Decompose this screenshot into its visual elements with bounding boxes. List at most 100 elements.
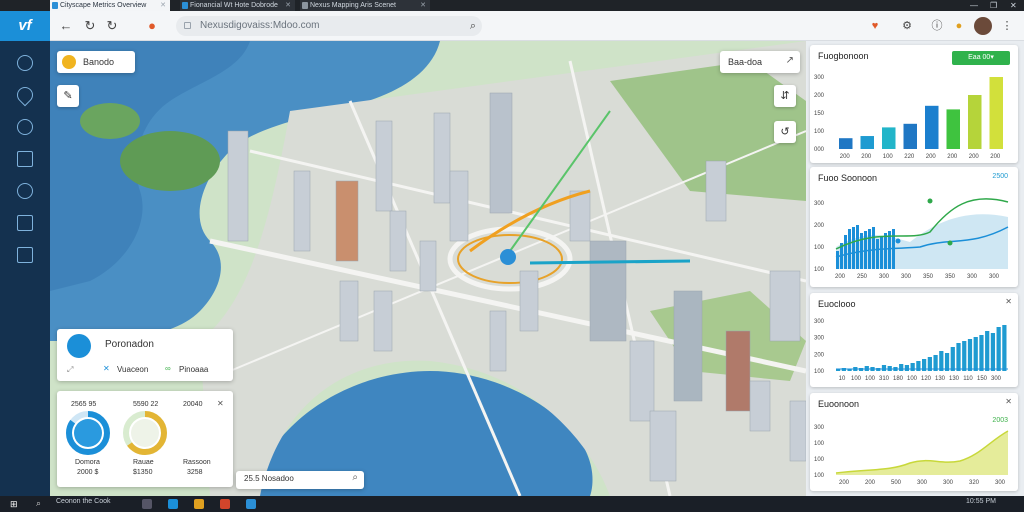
bar [880, 237, 883, 269]
more-menu-icon[interactable]: ⋮ [998, 17, 1016, 35]
legend-value: 2500 [992, 173, 1008, 180]
shield-icon[interactable] [17, 119, 33, 135]
x-tick-label: 200 [835, 274, 846, 280]
browser-toolbar: ← ↻ ↻ ● Nexusdigovaiss:Mdoo.com ⌕ ♥ ⚙ ⓘ … [50, 11, 1024, 41]
globe-icon[interactable] [17, 183, 33, 199]
extension-icon[interactable]: ● [144, 18, 160, 33]
minimize-button[interactable]: — [970, 0, 978, 11]
bottom-status-strip[interactable]: 25.5 Nosadoo ⌕ [236, 471, 364, 489]
bar [967, 339, 973, 371]
stats-card: 2565 95 5590 22 20040 ✕ Domora 2000 $ Ra… [57, 391, 233, 487]
windows-start-icon[interactable]: ⊞ [10, 499, 18, 510]
x-tick-label: 300 [967, 274, 978, 280]
analytics-panel: Fuogbonoon Eaa 00▾ 300 200 150 100 000 200 200… [806, 41, 1024, 496]
active-app-icon[interactable] [246, 499, 256, 509]
app-logo[interactable]: vf [0, 11, 50, 41]
reload-button[interactable]: ↻ [82, 18, 98, 34]
rotate-button[interactable]: ↺ [774, 121, 796, 143]
close-window-button[interactable]: ✕ [1010, 0, 1017, 11]
window-icon[interactable] [17, 151, 33, 167]
bar [881, 365, 887, 371]
bar [856, 225, 859, 269]
x-tick-label: 300 [917, 480, 928, 486]
close-icon[interactable]: ✕ [1005, 397, 1012, 406]
back-button[interactable]: ← [58, 18, 74, 33]
data-point [895, 238, 901, 244]
y-tick-label: 300 [814, 201, 825, 207]
chart-card-3: Euoclooo ✕ 300 300 200 100 10 100 100 310 180 100… [810, 293, 1018, 387]
y-tick-label: 100 [814, 129, 825, 135]
chart-card-1: Fuogbonoon Eaa 00▾ 300 200 150 100 000 200 200… [810, 45, 1018, 163]
tilt-button[interactable]: ⇵ [774, 85, 796, 107]
layer-label-card[interactable]: Banodo [57, 51, 135, 73]
search-icon[interactable]: ⌕ [352, 472, 358, 483]
x-tick-label: 300 [989, 274, 1000, 280]
x-tick-label: 110 [963, 376, 973, 382]
bar [860, 136, 874, 149]
park-island [80, 103, 140, 139]
tab-close-icon[interactable]: ✕ [420, 0, 426, 11]
forward-button[interactable]: ↻ [104, 18, 120, 34]
bar [1002, 325, 1007, 371]
search-icon[interactable]: ⌕ [36, 498, 41, 509]
os-taskbar: ⊞ ⌕ Ceonon the Cook 10:55 PM [0, 496, 1024, 512]
browser-tab-2[interactable]: Fionancial Wt Hote Dobrode ✕ [180, 0, 295, 11]
notification-icon[interactable]: ♥ [866, 17, 884, 35]
tab-close-icon[interactable]: ✕ [285, 0, 291, 11]
avatar[interactable] [974, 17, 992, 35]
maximize-button[interactable]: ❐ [990, 0, 997, 11]
clock[interactable]: 10:55 PM [966, 498, 996, 505]
bar-chart-3: 30030020010010 100 100 310 180 100 120 130 130 11… [814, 319, 1008, 382]
task-view-icon[interactable] [142, 499, 152, 509]
bar [882, 127, 896, 149]
y-tick-label: 200 [814, 352, 825, 358]
calendar-icon[interactable] [17, 215, 33, 231]
link-icon: ∞ [165, 364, 171, 373]
browser-tab-3[interactable]: Nexus Mapping Aris Scenet ✕ [300, 0, 430, 11]
coin-icon [62, 55, 76, 69]
bar [903, 123, 917, 149]
draw-tool-button[interactable]: ✎ [57, 85, 79, 107]
close-icon[interactable]: ✕ [1005, 297, 1012, 306]
bar [852, 227, 855, 269]
period-dropdown-button[interactable]: Eaa 00▾ [952, 51, 1010, 65]
info-icon[interactable]: ⓘ [928, 17, 946, 35]
x-tick-label: 200 [926, 154, 937, 160]
arrow-icon: ↗ [785, 55, 794, 66]
x-tick-label: 100 [865, 376, 876, 382]
edge-icon[interactable] [168, 499, 178, 509]
tab-close-icon[interactable]: ✕ [160, 0, 166, 11]
browser-tab-1[interactable]: Cityscape Metrics Overview ✕ [50, 0, 170, 11]
folder-icon[interactable] [194, 499, 204, 509]
close-x-icon[interactable]: ✕ [103, 364, 110, 373]
close-icon[interactable]: ✕ [217, 399, 224, 408]
x-tick-label: 200 [865, 480, 876, 486]
app-icon[interactable] [220, 499, 230, 509]
x-tick-label: 120 [921, 376, 932, 382]
x-tick-label: 300 [943, 480, 954, 486]
bar [884, 233, 887, 269]
view-label-card[interactable]: Baa-doa ↗ [720, 51, 800, 73]
compass-icon[interactable] [17, 55, 33, 71]
city-map-3d[interactable]: Banodo ✎ Baa-doa ↗ ⇵ ↺ Poronadon ⤢ ✕ Vua… [50, 41, 806, 496]
search-icon[interactable]: ⌕ [470, 16, 476, 36]
lock-icon[interactable] [17, 247, 33, 263]
bar [872, 227, 875, 269]
expand-icon[interactable]: ⤢ [67, 365, 73, 375]
bar [844, 235, 847, 269]
bar [989, 77, 1003, 149]
area-fill [836, 431, 1008, 475]
x-tick-label: 300 [879, 274, 890, 280]
settings-icon[interactable]: ⚙ [898, 17, 916, 35]
address-bar[interactable]: Nexusdigovaiss:Mdoo.com ⌕ [176, 16, 482, 36]
area-chart-4: 300 100 100 100 200 200 500 300 300 320 300 [814, 425, 1009, 486]
x-tick-label: 200 [990, 154, 1001, 160]
y-tick-label: 200 [814, 223, 825, 229]
y-tick-label: 100 [814, 267, 825, 273]
alert-icon[interactable]: ● [950, 17, 968, 35]
bar [956, 343, 961, 371]
bar [925, 105, 939, 149]
y-tick-label: 300 [814, 425, 825, 431]
pin-icon[interactable] [13, 83, 37, 107]
x-tick-label: 130 [949, 376, 960, 382]
